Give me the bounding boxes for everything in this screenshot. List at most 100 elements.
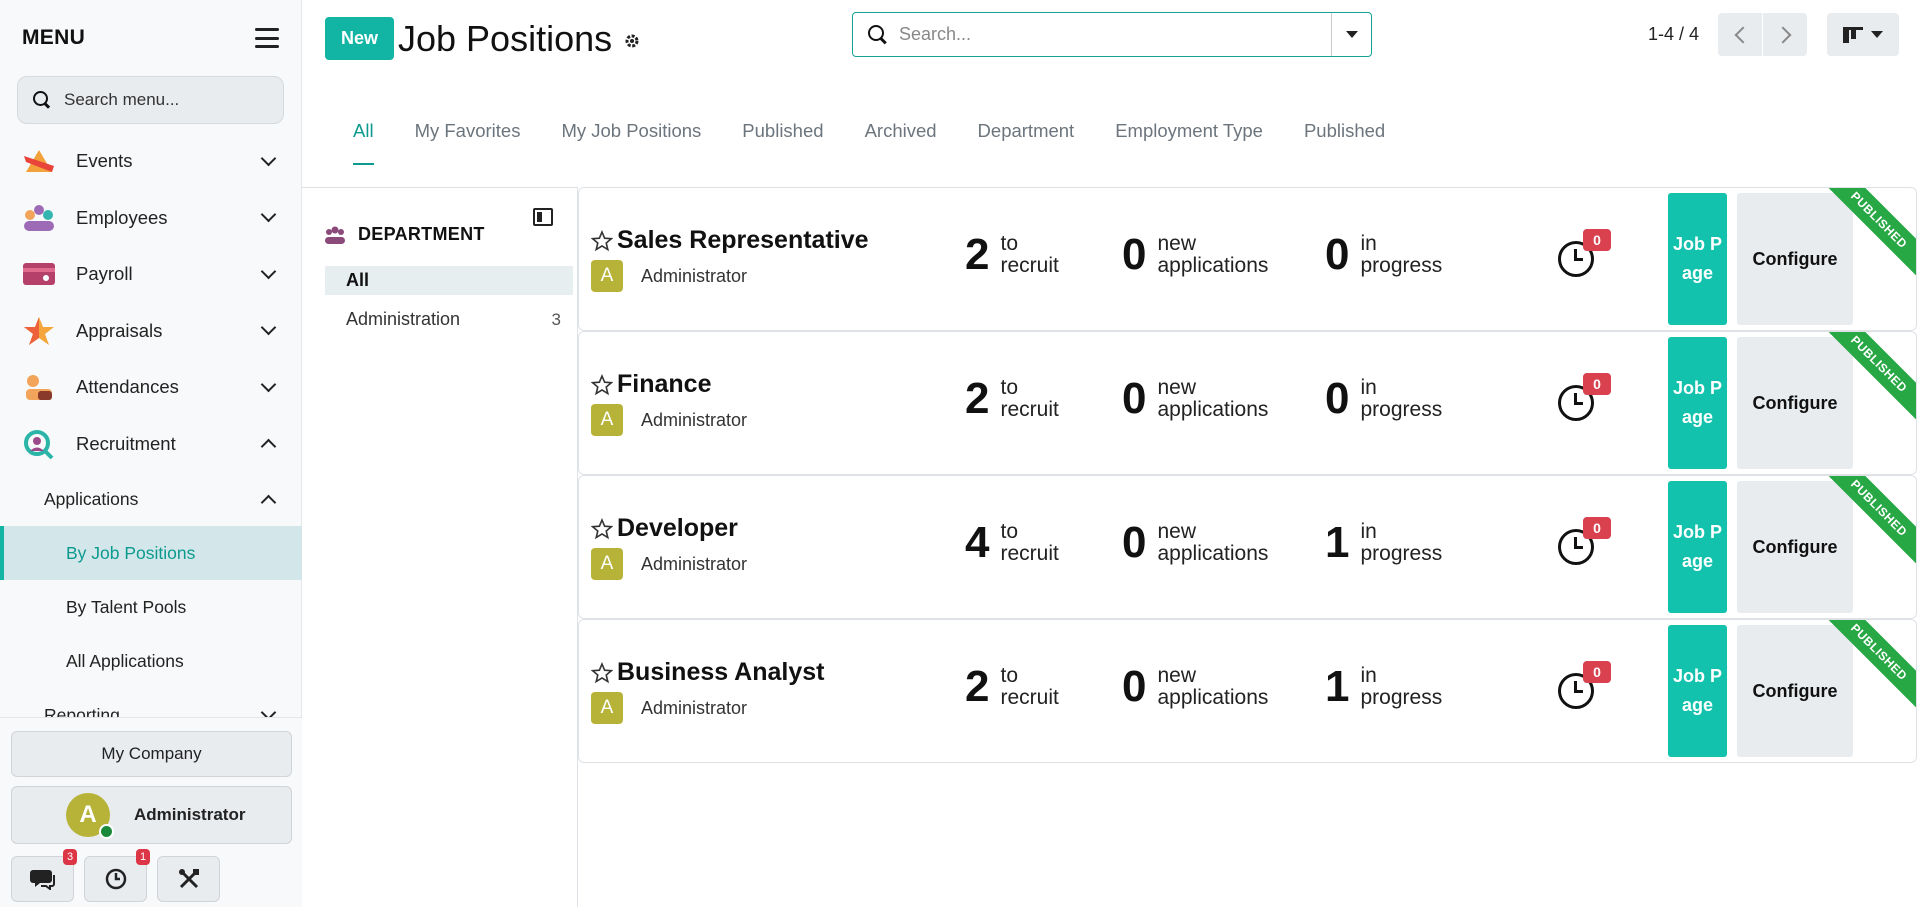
- configure-button[interactable]: Configure: [1737, 337, 1853, 469]
- configure-button[interactable]: Configure: [1737, 193, 1853, 325]
- new-applications-stat[interactable]: 0 new applications: [1122, 377, 1268, 421]
- job-title: Developer: [591, 514, 738, 543]
- menu-search-input[interactable]: [64, 90, 264, 110]
- page-title: Job Positions: [398, 18, 640, 60]
- debug-tools-button[interactable]: [157, 856, 220, 902]
- gear-icon[interactable]: [624, 33, 640, 49]
- pager-value[interactable]: 1-4 / 4: [1648, 24, 1699, 45]
- sidebar-item-employees[interactable]: Employees: [0, 190, 302, 247]
- owner-avatar: A: [591, 548, 623, 580]
- tools-icon: [178, 869, 199, 889]
- company-switcher[interactable]: My Company: [11, 731, 292, 777]
- sidebar-footer: My Company A Administrator 3 1: [0, 717, 302, 907]
- sidebar-item-applications[interactable]: Applications: [0, 472, 302, 526]
- new-applications-stat[interactable]: 0 new applications: [1122, 233, 1268, 277]
- department-row-administration[interactable]: Administration 3: [325, 305, 573, 334]
- job-page-button[interactable]: Job Page: [1668, 625, 1727, 757]
- job-card[interactable]: Developer A Administrator 4 to recruit 0 …: [578, 475, 1917, 619]
- star-icon[interactable]: [591, 229, 613, 252]
- activity-button[interactable]: 0: [1558, 229, 1616, 285]
- search-input[interactable]: [899, 13, 1331, 56]
- owner-avatar: A: [591, 404, 623, 436]
- messages-button[interactable]: 3: [11, 849, 77, 902]
- sidebar-item-recruitment[interactable]: Recruitment: [0, 416, 302, 473]
- search-bar[interactable]: [852, 12, 1372, 57]
- sidebar-item-reporting[interactable]: Reporting: [0, 688, 302, 717]
- tab-employment-type[interactable]: Employment Type: [1115, 108, 1263, 165]
- new-button[interactable]: New: [325, 17, 394, 60]
- job-card[interactable]: Sales Representative A Administrator 2 t…: [578, 187, 1917, 331]
- menu-search[interactable]: [17, 76, 284, 124]
- department-row-all[interactable]: All: [325, 266, 573, 295]
- pager-previous-button[interactable]: [1718, 13, 1762, 56]
- online-status-icon: [99, 824, 114, 839]
- sidebar-item-by-job-positions[interactable]: By Job Positions: [0, 526, 302, 580]
- chevron-down-icon: [260, 704, 277, 717]
- tab-department[interactable]: Department: [978, 108, 1075, 165]
- attendances-icon: [22, 372, 56, 402]
- chevron-down-icon: [260, 150, 277, 167]
- activity-button[interactable]: 0: [1558, 373, 1616, 429]
- search-options-toggle[interactable]: [1331, 13, 1371, 56]
- star-icon[interactable]: [591, 373, 613, 396]
- kanban-view-icon: [1843, 26, 1863, 43]
- chat-icon: [29, 870, 55, 890]
- hamburger-icon[interactable]: [255, 28, 279, 48]
- tab-my-favorites[interactable]: My Favorites: [415, 108, 521, 165]
- star-icon[interactable]: [591, 661, 613, 684]
- activities-count-badge: 1: [136, 849, 150, 865]
- new-applications-stat[interactable]: 0 new applications: [1122, 521, 1268, 565]
- sidebar-item-attendances[interactable]: Attendances: [0, 359, 302, 416]
- activity-count-badge: 0: [1583, 229, 1611, 251]
- in-progress-stat[interactable]: 1 in progress: [1325, 665, 1442, 709]
- tab-published-2[interactable]: Published: [1304, 108, 1385, 165]
- activity-count-badge: 0: [1583, 517, 1611, 539]
- configure-button[interactable]: Configure: [1737, 481, 1853, 613]
- employees-icon: [22, 203, 56, 233]
- sidebar-item-by-talent-pools[interactable]: By Talent Pools: [0, 580, 302, 634]
- new-applications-stat[interactable]: 0 new applications: [1122, 665, 1268, 709]
- job-owner: A Administrator: [591, 548, 747, 580]
- sidebar-header: MENU: [0, 0, 301, 76]
- tab-my-job-positions[interactable]: My Job Positions: [561, 108, 701, 165]
- pager-next-button[interactable]: [1763, 13, 1807, 56]
- sidebar-item-events[interactable]: Events: [0, 133, 302, 190]
- tab-archived[interactable]: Archived: [865, 108, 937, 165]
- to-recruit-stat[interactable]: 2 to recruit: [965, 233, 1059, 277]
- job-page-button[interactable]: Job Page: [1668, 481, 1727, 613]
- collapse-panel-icon[interactable]: [533, 208, 553, 226]
- job-title: Finance: [591, 370, 711, 399]
- search-icon: [32, 90, 52, 110]
- job-owner: A Administrator: [591, 260, 747, 292]
- user-menu[interactable]: A Administrator: [11, 786, 292, 844]
- tab-all[interactable]: All: [353, 108, 374, 165]
- recruitment-icon: [22, 429, 56, 460]
- to-recruit-stat[interactable]: 2 to recruit: [965, 377, 1059, 421]
- configure-button[interactable]: Configure: [1737, 625, 1853, 757]
- chevron-left-icon: [1734, 26, 1751, 43]
- tab-published[interactable]: Published: [742, 108, 823, 165]
- in-progress-stat[interactable]: 1 in progress: [1325, 521, 1442, 565]
- job-card[interactable]: Finance A Administrator 2 to recruit 0 ne…: [578, 331, 1917, 475]
- in-progress-stat[interactable]: 0 in progress: [1325, 233, 1442, 277]
- job-page-button[interactable]: Job Page: [1668, 337, 1727, 469]
- job-card[interactable]: Business Analyst A Administrator 2 to rec…: [578, 619, 1917, 763]
- messages-count-badge: 3: [63, 849, 77, 865]
- sidebar-nav: Events Employees Payroll Appraisals Atte…: [0, 133, 302, 717]
- activities-button[interactable]: 1: [84, 849, 150, 902]
- sidebar-item-payroll[interactable]: Payroll: [0, 246, 302, 303]
- sidebar-item-all-applications[interactable]: All Applications: [0, 634, 302, 688]
- chevron-right-icon: [1774, 26, 1791, 43]
- to-recruit-stat[interactable]: 2 to recruit: [965, 665, 1059, 709]
- activity-button[interactable]: 0: [1558, 517, 1616, 573]
- sidebar-item-appraisals[interactable]: Appraisals: [0, 303, 302, 360]
- view-switcher-button[interactable]: [1827, 13, 1899, 56]
- people-icon: [325, 226, 345, 244]
- avatar: A: [66, 793, 114, 839]
- star-icon[interactable]: [591, 517, 613, 540]
- to-recruit-stat[interactable]: 4 to recruit: [965, 521, 1059, 565]
- activity-button[interactable]: 0: [1558, 661, 1616, 717]
- activity-count-badge: 0: [1583, 373, 1611, 395]
- in-progress-stat[interactable]: 0 in progress: [1325, 377, 1442, 421]
- job-page-button[interactable]: Job Page: [1668, 193, 1727, 325]
